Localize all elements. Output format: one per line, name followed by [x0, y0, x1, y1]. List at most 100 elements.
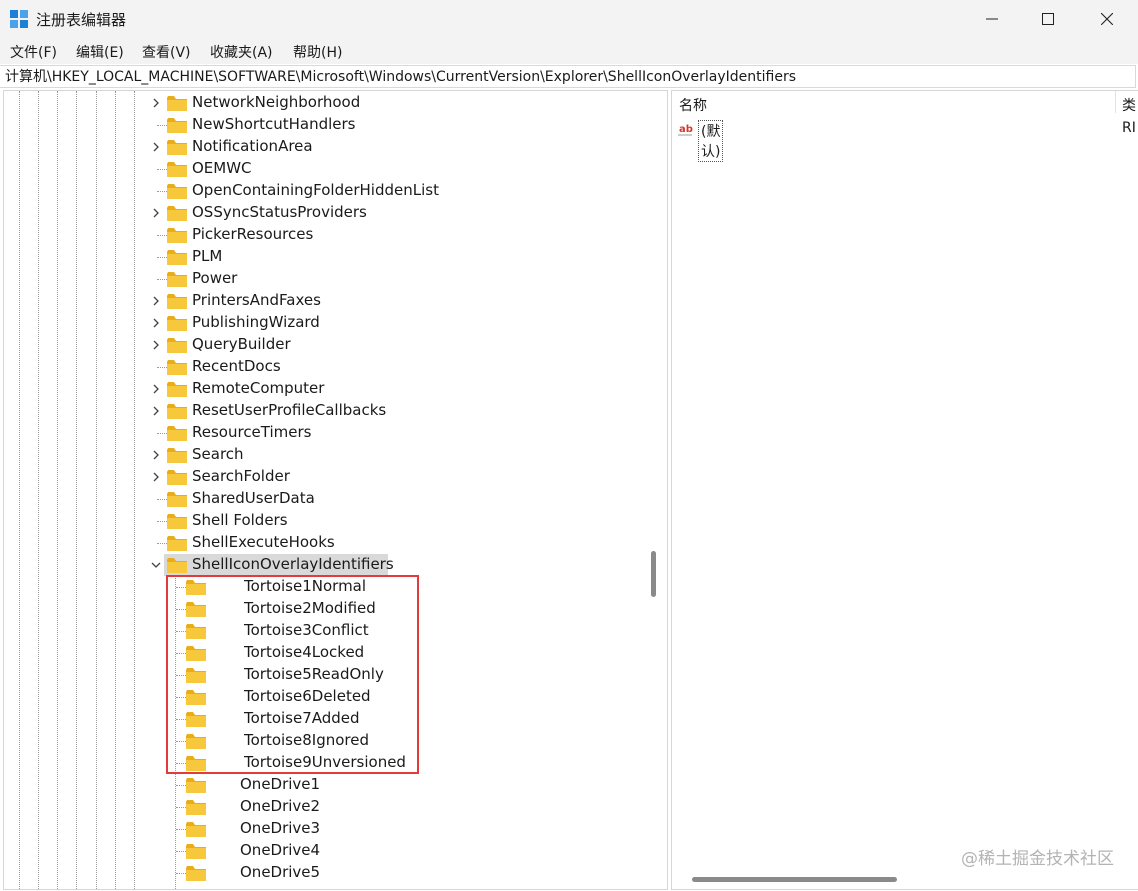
folder-icon — [186, 800, 206, 815]
tree-connector — [157, 235, 167, 236]
menu-edit[interactable]: 编辑(E) — [76, 42, 124, 62]
chevron-right-icon[interactable] — [151, 406, 161, 416]
tree-item-label: ResourceTimers — [192, 423, 312, 441]
tree-item-label: OEMWC — [192, 159, 252, 177]
tree-item[interactable]: NetworkNeighborhood — [4, 92, 664, 114]
tree-item[interactable]: OEMWC — [4, 158, 664, 180]
tree-item-label: OneDrive5 — [240, 863, 321, 881]
minimize-button[interactable] — [963, 0, 1021, 38]
folder-icon — [186, 844, 206, 859]
chevron-right-icon[interactable] — [151, 384, 161, 394]
folder-icon — [167, 470, 187, 485]
title-bar: 注册表编辑器 — [0, 0, 1138, 38]
watermark: @稀土掘金技术社区 — [961, 849, 1114, 869]
tree-item[interactable]: NewShortcutHandlers — [4, 114, 664, 136]
folder-icon — [167, 492, 187, 507]
chevron-right-icon[interactable] — [151, 450, 161, 460]
tree-item[interactable]: PrintersAndFaxes — [4, 290, 664, 312]
tree-connector — [157, 499, 167, 500]
tree-connector — [157, 279, 167, 280]
tree-item[interactable]: SharedUserData — [4, 488, 664, 510]
tree-item[interactable]: QueryBuilder — [4, 334, 664, 356]
menu-help[interactable]: 帮助(H) — [293, 42, 342, 62]
chevron-right-icon[interactable] — [151, 472, 161, 482]
tree-item[interactable]: OpenContainingFolderHiddenList — [4, 180, 664, 202]
tree-item-label: NetworkNeighborhood — [192, 93, 361, 111]
folder-icon — [167, 272, 187, 287]
tree-connector — [176, 785, 186, 786]
menu-favorites[interactable]: 收藏夹(A) — [210, 42, 273, 62]
tree-item[interactable]: OneDrive5 — [4, 862, 664, 884]
values-pane[interactable]: 名称 类 ab (默认) RI — [671, 90, 1138, 890]
tree-item-label: OpenContainingFolderHiddenList — [192, 181, 439, 199]
folder-icon — [167, 514, 187, 529]
tree-item-label: SearchFolder — [192, 467, 290, 485]
chevron-right-icon[interactable] — [151, 98, 161, 108]
tree-item-label: Shell Folders — [192, 511, 288, 529]
values-hscrollbar-thumb[interactable] — [692, 877, 897, 882]
tree-item-label: NotificationArea — [192, 137, 313, 155]
folder-icon — [167, 96, 187, 111]
tree-connector — [157, 367, 167, 368]
chevron-right-icon[interactable] — [151, 318, 161, 328]
tree-item[interactable]: NotificationArea — [4, 136, 664, 158]
tree-item[interactable]: ShellIconOverlayIdentifiers — [4, 554, 664, 576]
tree-item[interactable]: OneDrive2 — [4, 796, 664, 818]
tree-item[interactable]: Search — [4, 444, 664, 466]
folder-icon — [186, 778, 206, 793]
chevron-right-icon[interactable] — [151, 208, 161, 218]
tree-item[interactable]: RemoteComputer — [4, 378, 664, 400]
folder-icon — [167, 382, 187, 397]
tree-item-label: ResetUserProfileCallbacks — [192, 401, 387, 419]
tree-item[interactable]: Shell Folders — [4, 510, 664, 532]
tree-connector — [157, 257, 167, 258]
tree-scrollbar-thumb[interactable] — [651, 551, 656, 597]
tree-item[interactable]: OneDrive3 — [4, 818, 664, 840]
menu-view[interactable]: 查看(V) — [142, 42, 191, 62]
tree-connector — [176, 829, 186, 830]
tree-item[interactable]: RecentDocs — [4, 356, 664, 378]
folder-icon — [167, 338, 187, 353]
folder-icon — [167, 184, 187, 199]
tree-item[interactable]: PickerResources — [4, 224, 664, 246]
value-name: (默认) — [698, 120, 724, 162]
address-bar[interactable]: 计算机\HKEY_LOCAL_MACHINE\SOFTWARE\Microsof… — [0, 65, 1136, 88]
value-type: RI — [1122, 120, 1136, 136]
close-button[interactable] — [1078, 0, 1136, 38]
tree-connector — [176, 851, 186, 852]
close-icon — [1101, 13, 1113, 25]
tree-item-label: OneDrive1 — [240, 775, 321, 793]
menu-file[interactable]: 文件(F) — [10, 42, 57, 62]
minimize-icon — [986, 18, 998, 20]
tree-connector — [157, 543, 167, 544]
tree-item[interactable]: OneDrive4 — [4, 840, 664, 862]
folder-icon — [167, 448, 187, 463]
column-divider[interactable] — [1115, 91, 1116, 113]
chevron-right-icon[interactable] — [151, 340, 161, 350]
tree-item-label: PublishingWizard — [192, 313, 320, 331]
tree-item-label: RemoteComputer — [192, 379, 325, 397]
column-type-header[interactable]: 类 — [1122, 95, 1136, 115]
tree-item[interactable]: PLM — [4, 246, 664, 268]
folder-icon — [186, 822, 206, 837]
tree-connector — [157, 521, 167, 522]
column-name-header[interactable]: 名称 — [679, 95, 707, 115]
folder-icon — [167, 316, 187, 331]
tree-item[interactable]: ResetUserProfileCallbacks — [4, 400, 664, 422]
tree-item[interactable]: OneDrive1 — [4, 774, 664, 796]
tree-item[interactable]: OSSyncStatusProviders — [4, 202, 664, 224]
chevron-down-icon[interactable] — [151, 560, 161, 570]
tree-item-label: QueryBuilder — [192, 335, 291, 353]
tree-item-label: NewShortcutHandlers — [192, 115, 356, 133]
folder-icon — [167, 228, 187, 243]
tree-item[interactable]: Power — [4, 268, 664, 290]
tree-item-label: PrintersAndFaxes — [192, 291, 321, 309]
chevron-right-icon[interactable] — [151, 142, 161, 152]
maximize-button[interactable] — [1019, 0, 1077, 38]
tree-item[interactable]: PublishingWizard — [4, 312, 664, 334]
tree-connector — [157, 125, 167, 126]
tree-item[interactable]: SearchFolder — [4, 466, 664, 488]
tree-item[interactable]: ResourceTimers — [4, 422, 664, 444]
tree-item[interactable]: ShellExecuteHooks — [4, 532, 664, 554]
chevron-right-icon[interactable] — [151, 296, 161, 306]
